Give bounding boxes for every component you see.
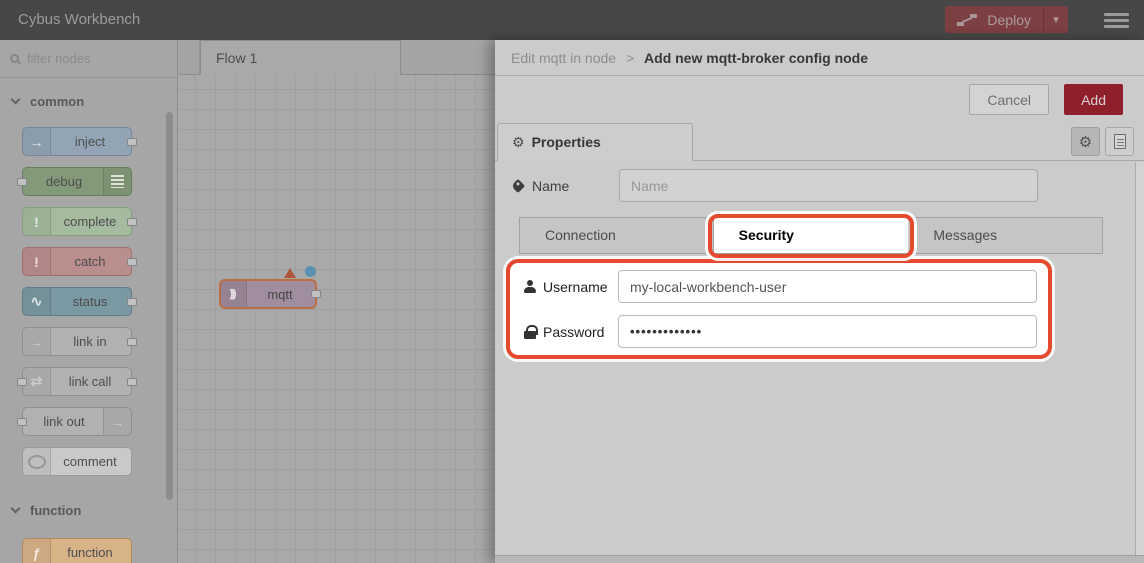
output-port xyxy=(127,218,137,226)
output-port xyxy=(311,290,321,298)
password-field-row: Password ••••••••••••• xyxy=(520,315,1038,348)
config-subtabs: Connection Security Messages xyxy=(519,217,1103,254)
name-input[interactable]: Name xyxy=(619,169,1038,202)
category-label: function xyxy=(30,503,81,518)
tab-properties[interactable]: ⚙ Properties xyxy=(497,123,693,161)
breadcrumb-current: Add new mqtt-broker config node xyxy=(644,50,868,66)
palette-node-link-out[interactable]: → link out xyxy=(22,407,132,436)
chevron-down-icon xyxy=(11,504,21,514)
changed-dot-icon xyxy=(305,266,316,277)
tab-security[interactable]: Security xyxy=(714,217,909,253)
tab-flow-1[interactable]: Flow 1 xyxy=(200,40,401,75)
deploy-label: Deploy xyxy=(987,12,1043,28)
palette-node-comment[interactable]: comment xyxy=(22,447,132,476)
username-field-row: Username my-local-workbench-user xyxy=(520,270,1038,303)
chevron-down-icon[interactable]: ▾ xyxy=(1044,13,1068,26)
menu-icon[interactable] xyxy=(1104,13,1129,28)
palette-filter-input[interactable]: filter nodes xyxy=(0,40,177,78)
palette-category-common[interactable]: common xyxy=(0,78,177,117)
palette-category-function[interactable]: function xyxy=(0,477,177,528)
palette-node-function[interactable]: ƒ function xyxy=(22,538,132,563)
name-label: Name xyxy=(511,178,619,194)
palette-node-link-in[interactable]: → link in xyxy=(22,327,132,356)
palette-node-catch[interactable]: ! catch xyxy=(22,247,132,276)
palette-node-complete[interactable]: ! complete xyxy=(22,207,132,236)
deploy-icon xyxy=(957,14,977,26)
breadcrumb: Edit mqtt in node > Add new mqtt-broker … xyxy=(495,40,1144,76)
breadcrumb-parent: Edit mqtt in node xyxy=(511,50,616,66)
username-input[interactable]: my-local-workbench-user xyxy=(618,270,1037,303)
deploy-button[interactable]: Deploy ▾ xyxy=(945,6,1068,33)
name-field-row: Name Name xyxy=(511,169,1128,202)
app-title: Cybus Workbench xyxy=(18,0,140,40)
password-label: Password xyxy=(520,324,618,340)
add-button[interactable]: Add xyxy=(1064,84,1123,115)
edit-tray: Edit mqtt in node > Add new mqtt-broker … xyxy=(495,40,1144,563)
tray-footer xyxy=(495,555,1144,563)
input-port xyxy=(17,178,27,186)
category-label: common xyxy=(30,94,84,109)
tray-scrollbar[interactable] xyxy=(1135,162,1144,555)
flow-tabbar: Flow 1 xyxy=(179,40,495,75)
edit-properties-button[interactable]: ⚙ xyxy=(1071,127,1100,156)
tabbar-spacer xyxy=(179,40,200,75)
document-icon xyxy=(1114,134,1126,149)
breadcrumb-separator: > xyxy=(626,50,634,66)
canvas-grid[interactable]: ))) mqtt xyxy=(179,75,495,563)
output-port xyxy=(127,258,137,266)
gear-icon: ⚙ xyxy=(512,134,525,151)
palette-node-debug[interactable]: debug xyxy=(22,167,132,196)
tag-icon xyxy=(511,178,525,192)
flow-canvas-area: Flow 1 ))) mqtt xyxy=(179,40,495,563)
palette-filter-placeholder: filter nodes xyxy=(27,51,91,66)
chevron-down-icon xyxy=(11,95,21,105)
mqtt-node[interactable]: ))) mqtt xyxy=(219,279,317,309)
output-port xyxy=(127,378,137,386)
search-icon xyxy=(10,54,19,63)
app-root: Cybus Workbench Deploy ▾ filter nodes co… xyxy=(0,0,1144,563)
error-triangle-icon xyxy=(284,268,296,278)
output-port xyxy=(127,298,137,306)
palette-node-status[interactable]: ∿ status xyxy=(22,287,132,316)
input-port xyxy=(17,418,27,426)
user-icon xyxy=(524,280,537,293)
properties-tabbar: ⚙ Properties ⚙ xyxy=(495,123,1144,161)
lock-icon xyxy=(524,325,537,339)
description-button[interactable] xyxy=(1105,127,1134,156)
tray-button-bar: Cancel Add xyxy=(495,76,1144,123)
app-header: Cybus Workbench Deploy ▾ xyxy=(0,0,1144,40)
credentials-highlight-ring: Username my-local-workbench-user Passwor… xyxy=(506,259,1052,359)
output-port xyxy=(127,138,137,146)
config-form: Name Name Connection Security Messages U… xyxy=(495,161,1144,359)
palette-node-link-call[interactable]: ⇄ link call xyxy=(22,367,132,396)
tab-connection[interactable]: Connection xyxy=(519,217,714,253)
palette-sidebar: filter nodes common → inject debug ! com… xyxy=(0,40,178,563)
input-port xyxy=(17,378,27,386)
tab-messages[interactable]: Messages xyxy=(908,217,1103,253)
username-label: Username xyxy=(520,279,618,295)
palette-node-inject[interactable]: → inject xyxy=(22,127,132,156)
password-input[interactable]: ••••••••••••• xyxy=(618,315,1037,348)
palette-scrollbar[interactable] xyxy=(166,112,173,500)
cancel-button[interactable]: Cancel xyxy=(969,84,1049,115)
output-port xyxy=(127,338,137,346)
